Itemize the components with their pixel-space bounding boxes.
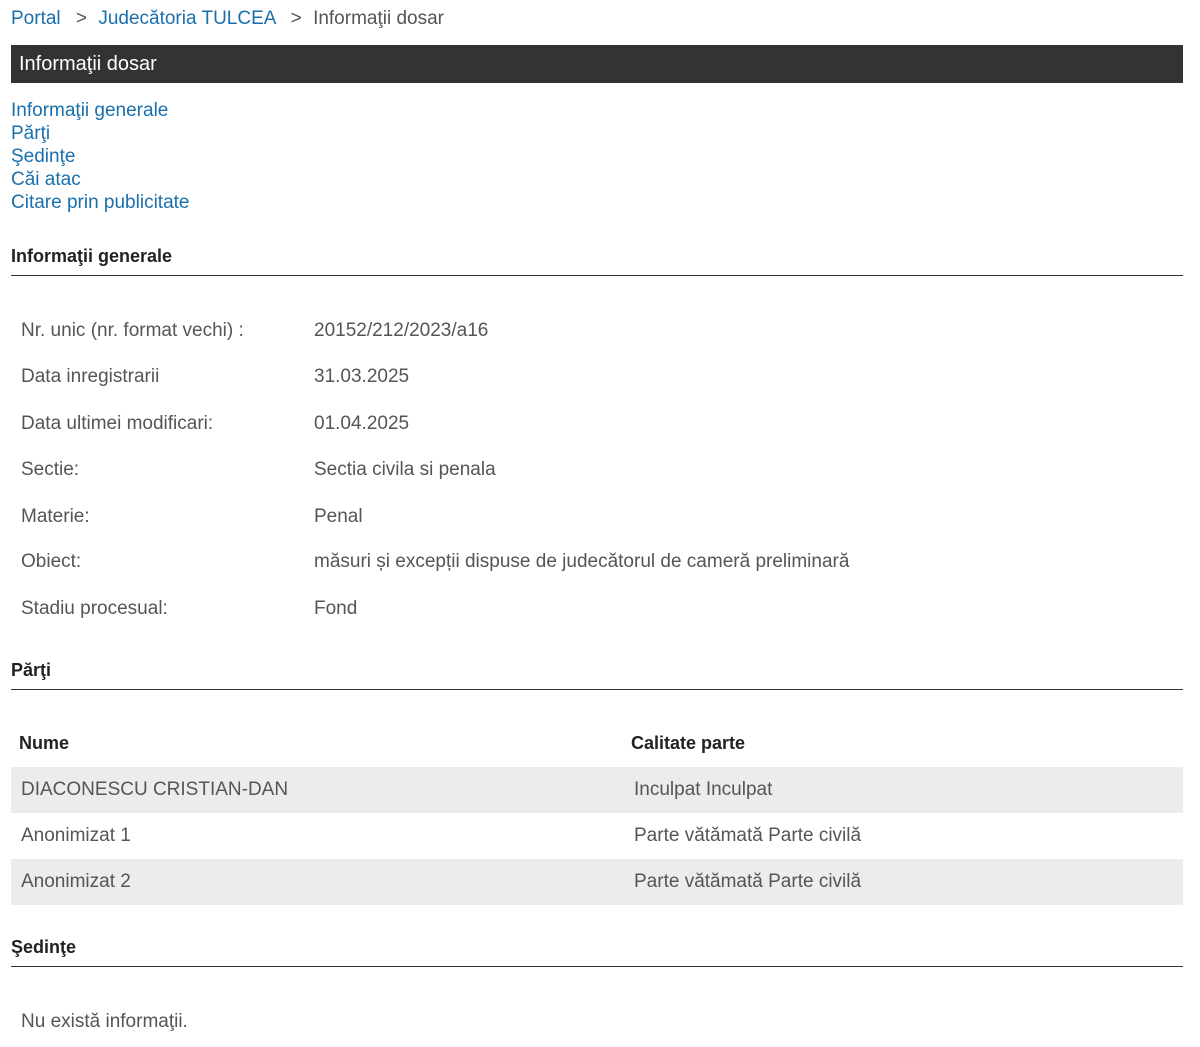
section-nav: Informaţii generale Părţi Şedinţe Căi at… [11,99,189,214]
info-value: 01.04.2025 [314,413,410,434]
info-row-object: Obiect: măsuri și excepții dispuse de ju… [21,549,1171,575]
parties-table: Nume Calitate parte DIACONESCU CRISTIAN-… [11,722,1183,905]
info-value: Sectia civila si penala [314,459,496,480]
info-row-registration-date: Data inregistrarii 31.03.2025 [21,364,1171,390]
breadcrumb-link-portal[interactable]: Portal [11,8,61,29]
section-title: Informaţii generale [11,246,173,266]
nav-link-hearings[interactable]: Şedinţe [11,145,189,168]
party-name: Anonimizat 2 [21,871,131,892]
case-info-page: Portal > Judecătoria TULCEA > Informaţii… [0,0,1200,1047]
parties-heading: Părţi [11,659,1183,690]
nav-link-parties[interactable]: Părţi [11,122,189,145]
info-label: Nr. unic (nr. format vechi) : [21,320,244,341]
info-value: 20152/212/2023/a16 [314,320,489,341]
general-info-heading: Informaţii generale [11,245,1183,276]
party-role: Parte vătămată Parte civilă [634,871,862,892]
breadcrumb-separator: > [290,8,302,29]
section-title: Părţi [11,660,52,680]
info-label: Obiect: [21,551,82,572]
breadcrumb-separator: > [75,8,88,29]
column-header-role: Calitate parte [631,733,746,753]
breadcrumb-link-court[interactable]: Judecătoria TULCEA [98,8,275,29]
breadcrumb: Portal > Judecătoria TULCEA > Informaţii… [11,8,444,30]
info-label: Data inregistrarii [21,366,160,387]
page-title: Informaţii dosar [19,53,157,75]
info-row-matter: Materie: Penal [21,504,1171,530]
info-row-case-number: Nr. unic (nr. format vechi) : 20152/212/… [21,318,1171,344]
party-name: Anonimizat 1 [21,825,131,846]
section-title: Şedinţe [11,937,77,957]
table-row: DIACONESCU CRISTIAN-DAN Inculpat Inculpa… [11,767,1183,813]
info-value: măsuri și excepții dispuse de judecătoru… [314,551,850,572]
page-title-bar: Informaţii dosar [11,45,1183,83]
info-value: Penal [314,506,363,527]
info-row-procedural-stage: Stadiu procesual: Fond [21,596,1171,622]
table-header: Nume Calitate parte [11,722,1183,767]
party-role: Parte vătămată Parte civilă [634,825,862,846]
info-value: Fond [314,598,358,619]
info-row-section: Sectie: Sectia civila si penala [21,457,1171,483]
info-label: Sectie: [21,459,80,480]
hearings-empty-message: Nu există informaţii. [21,1011,188,1032]
party-role: Inculpat Inculpat [634,779,773,800]
table-row: Anonimizat 1 Parte vătămată Parte civilă [11,813,1183,859]
info-label: Materie: [21,506,90,527]
nav-link-appeals[interactable]: Căi atac [11,168,189,191]
info-label: Data ultimei modificari: [21,413,214,434]
info-row-last-modified: Data ultimei modificari: 01.04.2025 [21,411,1171,437]
breadcrumb-current: Informaţii dosar [313,8,445,29]
hearings-heading: Şedinţe [11,936,1183,967]
party-name: DIACONESCU CRISTIAN-DAN [21,779,289,800]
info-value: 31.03.2025 [314,366,410,387]
table-row: Anonimizat 2 Parte vătămată Parte civilă [11,859,1183,905]
nav-link-general-info[interactable]: Informaţii generale [11,99,189,122]
info-label: Stadiu procesual: [21,598,168,619]
nav-link-public-summons[interactable]: Citare prin publicitate [11,191,189,214]
column-header-name: Nume [19,733,70,753]
